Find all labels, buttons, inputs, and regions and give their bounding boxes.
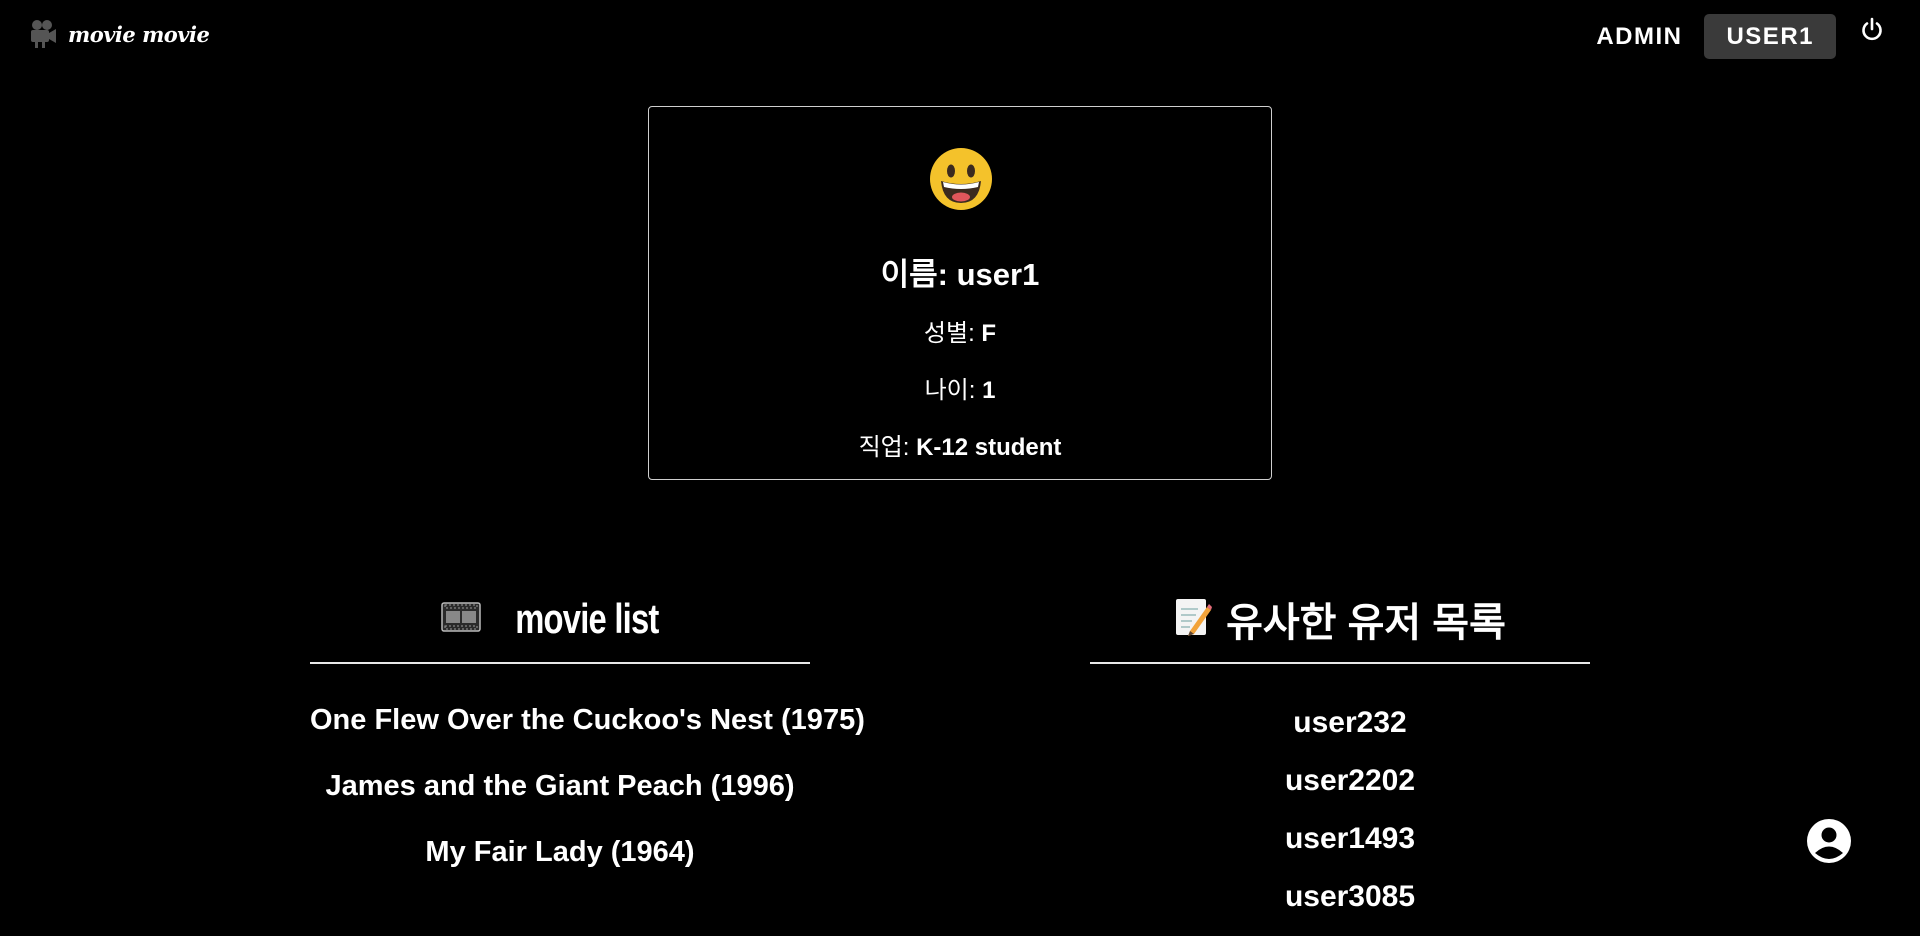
- top-navbar: movie movie ADMIN USER1: [0, 0, 1920, 72]
- similar-user-item[interactable]: user1493: [1110, 820, 1590, 878]
- brand-name: movie movie: [68, 21, 210, 47]
- movie-list: One Flew Over the Cuckoo's Nest (1975) J…: [310, 702, 865, 900]
- memo-icon: [1174, 597, 1213, 641]
- movie-list-item[interactable]: My Fair Lady (1964): [310, 834, 810, 900]
- job-value: K-12 student: [916, 434, 1062, 461]
- age-label: 나이:: [924, 377, 976, 404]
- similar-users-title: 유사한 유저 목록: [1226, 601, 1506, 645]
- similar-user-item[interactable]: user3085: [1110, 878, 1590, 936]
- age-value: 1: [982, 377, 996, 404]
- film-frames-icon: [441, 602, 481, 636]
- logout-button[interactable]: [1854, 14, 1890, 50]
- profile-age: 나이: 1: [649, 370, 1271, 405]
- nav-actions: ADMIN USER1: [1574, 14, 1920, 59]
- movie-list-section: movie list One Flew Over the Cuckoo's Ne…: [310, 580, 865, 900]
- brand-logo-link[interactable]: movie movie: [28, 18, 210, 50]
- movie-list-title: movie list: [515, 595, 659, 642]
- grinning-face-icon: [929, 147, 993, 211]
- movie-list-item[interactable]: One Flew Over the Cuckoo's Nest (1975): [310, 702, 865, 768]
- name-value: user1: [956, 257, 1040, 292]
- power-icon: [1859, 17, 1885, 47]
- similar-users-section: 유사한 유저 목록 user232 user2202 user1493 user…: [1090, 580, 1590, 936]
- gender-label: 성별:: [923, 320, 975, 347]
- profile-fab-button[interactable]: [1806, 818, 1852, 864]
- name-label: 이름:: [880, 257, 948, 292]
- admin-nav-link[interactable]: ADMIN: [1574, 14, 1704, 59]
- movie-list-item[interactable]: James and the Giant Peach (1996): [310, 768, 810, 834]
- similar-users-heading: 유사한 유저 목록: [1090, 580, 1590, 658]
- profile-name: 이름: user1: [649, 249, 1271, 294]
- similar-user-item[interactable]: user232: [1110, 704, 1590, 762]
- profile-card: 이름: user1 성별: F 나이: 1 직업: K-12 student: [648, 106, 1272, 480]
- account-circle-icon: [1806, 819, 1852, 868]
- job-label: 직업:: [858, 434, 910, 461]
- user-nav-link[interactable]: USER1: [1704, 14, 1836, 59]
- similar-user-item[interactable]: user2202: [1110, 762, 1590, 820]
- similar-users-list: user232 user2202 user1493 user3085: [1110, 704, 1590, 936]
- gender-value: F: [981, 320, 997, 347]
- similar-users-divider: [1090, 662, 1590, 664]
- profile-job: 직업: K-12 student: [649, 427, 1271, 462]
- movie-list-divider: [310, 662, 810, 664]
- profile-gender: 성별: F: [649, 313, 1271, 348]
- movie-list-heading: movie list: [310, 580, 810, 658]
- movie-camera-icon: [28, 18, 58, 50]
